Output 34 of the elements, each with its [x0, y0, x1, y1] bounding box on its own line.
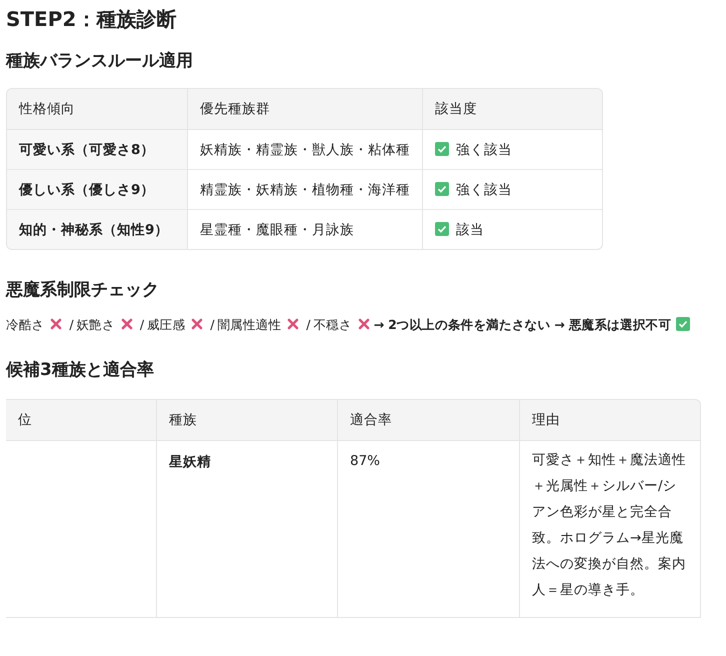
section-heading: 種族バランスルール適用	[6, 50, 194, 72]
table-cell: 精霊族・妖精族・植物種・海洋種	[187, 169, 422, 209]
table-cell: 優しい系（優しさ9）	[7, 169, 187, 209]
condition-label: 不穏さ	[313, 317, 352, 332]
column-header: 種族	[156, 400, 337, 441]
section-heading: 悪魔系制限チェック	[6, 279, 160, 301]
table-cell: 星妖精	[156, 441, 337, 617]
table-cell: 可愛さ＋知性＋魔法適性＋光属性＋シルバー/シアン色彩が星と完全合致。ホログラム→星光魔法への変換が自然。案内人＝星の導き手。	[519, 441, 700, 617]
match-level: 強く該当	[456, 182, 512, 198]
section-heading: 候補3種族と適合率	[6, 359, 155, 381]
conclusion-text: → 2つ以上の条件を満たさない → 悪魔系は	[374, 317, 620, 332]
column-header: 位	[6, 400, 156, 441]
table-cell: 知的・神秘系（知性9）	[7, 209, 187, 249]
match-level: 該当	[456, 222, 484, 238]
column-header: 優先種族群	[187, 89, 422, 130]
separator: /	[69, 317, 74, 332]
separator: /	[210, 317, 214, 332]
column-header: 該当度	[422, 89, 602, 130]
column-header: 理由	[519, 400, 700, 441]
condition-label: 闇属性適性	[217, 317, 282, 332]
separator: /	[140, 317, 144, 332]
column-header: 適合率	[337, 400, 519, 441]
table-cell: 87%	[337, 441, 519, 617]
column-header: 性格傾向	[7, 89, 187, 130]
page-title: STEP2：種族診断	[6, 6, 178, 33]
condition-label: 威圧感	[146, 317, 186, 332]
conclusion-text: 選択不可	[620, 317, 672, 332]
match-level: 強く該当	[456, 142, 512, 158]
condition-label: 冷酷さ	[6, 317, 44, 332]
separator: /	[306, 317, 310, 332]
table-cell: 星霊種・魔眼種・月詠族	[187, 209, 422, 249]
table-cell: 妖精族・精霊族・獣人族・粘体種	[187, 130, 422, 169]
table-cell: 可愛い系（可愛さ8）	[7, 130, 187, 169]
condition-label: 妖艶さ	[76, 317, 115, 332]
